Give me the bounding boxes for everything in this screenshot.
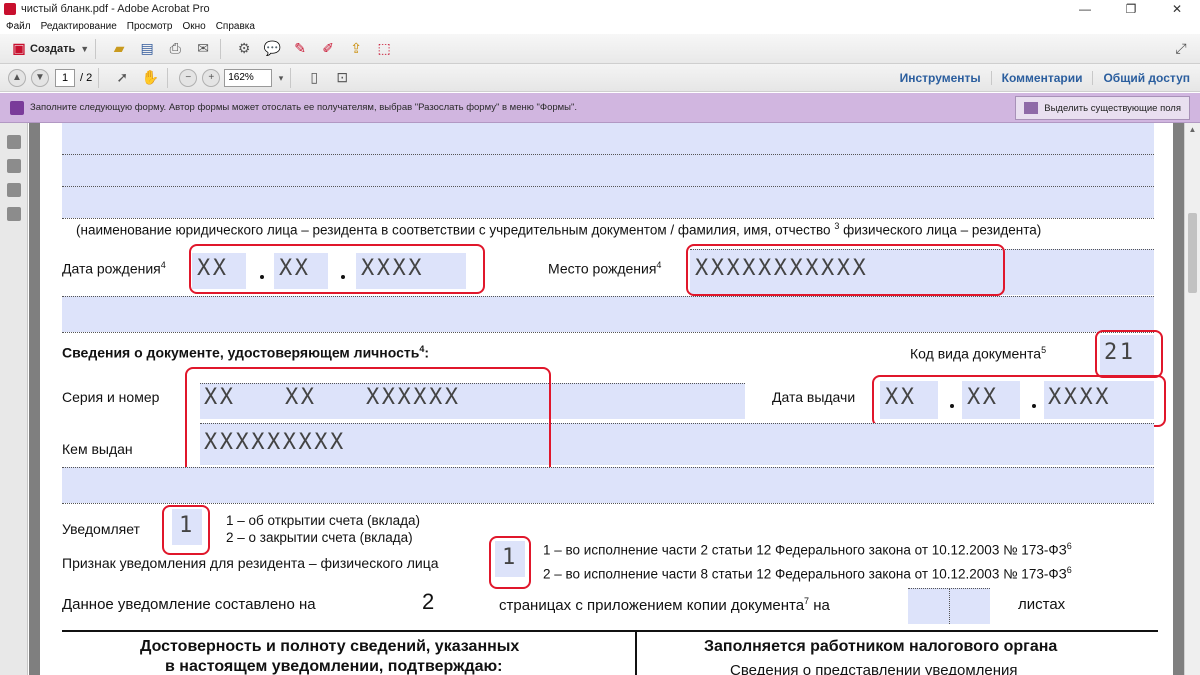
create-button[interactable]: ▣ Создать ▼: [4, 38, 89, 60]
footer-column-divider: [635, 630, 637, 675]
navigation-panel: [0, 123, 28, 675]
notify-option-2: 2 – о закрытии счета (вклада): [226, 530, 413, 545]
highlight-frame: [189, 244, 485, 294]
issued-by-label: Кем выдан: [62, 441, 133, 457]
next-page-icon[interactable]: ▼: [31, 68, 49, 87]
main-toolbar: ▣ Создать ▼ ▰ ▤ ⎙ ✉ ⚙ 💬 ✎ ✐ ⇪ ⬚ ⤢: [0, 34, 1200, 64]
menu-edit[interactable]: Редактирование: [41, 21, 117, 32]
scroll-thumb[interactable]: [1188, 213, 1197, 293]
create-icon: ▣: [12, 40, 26, 56]
highlight-frame: [872, 375, 1166, 427]
tab-share[interactable]: Общий доступ: [1092, 71, 1200, 85]
highlight-fields-icon: [1024, 102, 1039, 114]
issued-by-continued-field[interactable]: [62, 467, 1154, 503]
resident-sign-label: Признак уведомления для резидента – физи…: [62, 555, 439, 571]
maximize-button[interactable]: ❐: [1108, 0, 1154, 18]
menu-window[interactable]: Окно: [182, 21, 205, 32]
review-icon[interactable]: ✐: [317, 38, 339, 60]
acrobat-app-icon: [4, 3, 16, 15]
page-thumbnails-icon[interactable]: [6, 135, 21, 149]
address-field[interactable]: [62, 296, 1154, 332]
attachments-icon[interactable]: [6, 183, 21, 197]
fit-page-icon[interactable]: ▯: [303, 67, 325, 89]
fit-width-icon[interactable]: ⊡: [331, 67, 353, 89]
document-viewport: (наименование юридического лица – резиде…: [29, 123, 1184, 675]
menu-view[interactable]: Просмотр: [127, 21, 173, 32]
page-total: / 2: [80, 71, 93, 84]
minimize-button[interactable]: —: [1062, 0, 1108, 18]
notify-label: Уведомляет: [62, 521, 140, 537]
bookmarks-icon[interactable]: [6, 159, 21, 173]
highlight-frame: [162, 505, 210, 555]
zoom-out-icon[interactable]: −: [179, 68, 198, 87]
pages-value[interactable]: 2: [422, 589, 434, 615]
resident-sign-option-2: 2 – во исполнение части 8 статьи 12 Феде…: [543, 565, 1072, 582]
highlight-frame: [489, 536, 531, 589]
name-field[interactable]: [62, 123, 1154, 218]
id-section-heading: Сведения о документе, удостоверяющем лич…: [62, 344, 430, 361]
sign-icon[interactable]: ✎: [289, 38, 311, 60]
comment-icon[interactable]: 💬: [261, 38, 283, 60]
notify-option-1: 1 – об открытии счета (вклада): [226, 513, 421, 528]
select-cursor-icon[interactable]: ➚: [111, 67, 133, 89]
highlight-frame: [185, 367, 551, 478]
footer-divider: [62, 630, 1158, 632]
previous-page-icon[interactable]: ▲: [8, 68, 26, 87]
footer-left-line-1: Достоверность и полноту сведений, указан…: [140, 638, 520, 655]
pages-label: Данное уведомление составлено на: [62, 596, 316, 613]
form-notification-bar: Заполните следующую форму. Автор формы м…: [0, 93, 1200, 123]
footer-right-heading: Заполняется работником налогового органа: [704, 638, 1058, 655]
highlight-frame: [1095, 330, 1163, 378]
save-icon[interactable]: ▤: [136, 38, 158, 60]
title-bar: чистый бланк.pdf - Adobe Acrobat Pro — ❐…: [0, 0, 1200, 18]
footer-right-subheading: Сведения о представлении уведомления: [730, 662, 1018, 675]
issue-date-label: Дата выдачи: [772, 389, 856, 405]
zoom-select[interactable]: 162%: [224, 68, 283, 87]
footer-left-line-2: в настоящем уведомлении, подтверждаю:: [165, 658, 503, 675]
menu-file[interactable]: Файл: [6, 21, 31, 32]
open-folder-icon[interactable]: ▰: [108, 38, 130, 60]
page-number-input[interactable]: 1: [55, 68, 75, 87]
hand-tool-icon[interactable]: ✋: [139, 67, 161, 89]
vertical-scrollbar[interactable]: ▲: [1184, 123, 1200, 675]
tab-tools[interactable]: Инструменты: [890, 71, 991, 85]
pdf-export-icon[interactable]: ⬚: [373, 38, 395, 60]
pob-label: Место рождения4: [548, 260, 662, 277]
fullscreen-icon[interactable]: ⤢: [1170, 38, 1192, 60]
create-label: Создать: [30, 42, 76, 55]
menu-help[interactable]: Справка: [216, 21, 255, 32]
highlight-fields-label: Выделить существующие поля: [1044, 102, 1181, 114]
pdf-page: (наименование юридического лица – резиде…: [40, 123, 1173, 675]
tab-comments[interactable]: Комментарии: [990, 71, 1093, 85]
form-message: Заполните следующую форму. Автор формы м…: [30, 102, 578, 113]
dob-label: Дата рождения4: [62, 260, 166, 277]
form-info-icon: [10, 100, 24, 115]
sheets-label: листах: [1018, 596, 1066, 613]
scroll-up-icon[interactable]: ▲: [1185, 123, 1200, 137]
pages-attachment-label: страницах с приложением копии документа7…: [499, 596, 830, 614]
navigation-toolbar: ▲ ▼ 1 / 2 ➚ ✋ − + 162% ▯ ⊡ Инструменты К…: [0, 64, 1200, 92]
highlight-frame: [686, 244, 1005, 296]
settings-gear-icon[interactable]: ⚙: [233, 38, 255, 60]
highlight-fields-button[interactable]: Выделить существующие поля: [1015, 96, 1190, 120]
doc-type-label: Код вида документа5: [910, 345, 1047, 362]
menu-bar: Файл Редактирование Просмотр Окно Справк…: [0, 18, 1200, 34]
chevron-down-icon: ▼: [80, 43, 90, 54]
signatures-icon[interactable]: [6, 207, 21, 221]
window-title: чистый бланк.pdf - Adobe Acrobat Pro: [21, 3, 210, 15]
name-caption: (наименование юридического лица – резиде…: [76, 221, 1042, 238]
series-label: Серия и номер: [62, 389, 160, 405]
resident-sign-option-1: 1 – во исполнение части 2 статьи 12 Феде…: [543, 541, 1072, 558]
print-icon[interactable]: ⎙: [164, 38, 186, 60]
share-icon[interactable]: ⇪: [345, 38, 367, 60]
close-button[interactable]: ✕: [1154, 0, 1200, 18]
zoom-in-icon[interactable]: +: [202, 68, 221, 87]
email-icon[interactable]: ✉: [192, 38, 214, 60]
